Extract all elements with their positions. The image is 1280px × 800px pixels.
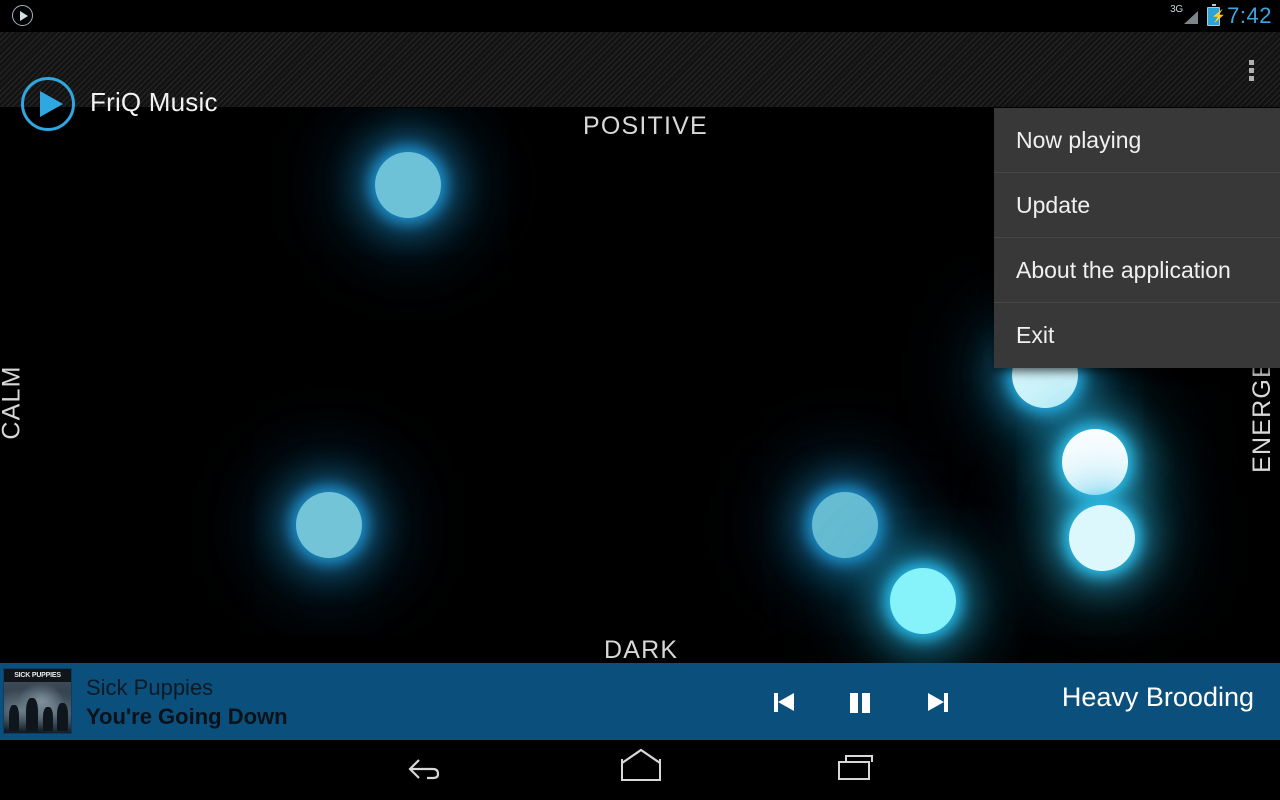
album-art-figure: [57, 703, 68, 731]
menu-item-2[interactable]: About the application: [994, 238, 1280, 303]
network-type-label: 3G: [1170, 4, 1183, 15]
back-arrow-glyph: [408, 759, 440, 780]
menu-item-label: Exit: [1016, 322, 1055, 348]
overflow-dot: [1249, 60, 1254, 65]
transport-controls: [770, 663, 952, 740]
menu-item-label: About the application: [1016, 256, 1231, 283]
mood-dot-4[interactable]: [890, 568, 956, 634]
android-screen: 3G ⚡ 7:42 FriQ Music POSITIVE DARK CALM …: [0, 0, 1280, 800]
android-navigation-bar: [0, 740, 1280, 800]
now-playing-bar: SICK PUPPIES Sick Puppies You're Going D…: [0, 663, 1280, 740]
album-art-title: SICK PUPPIES: [4, 669, 71, 682]
menu-item-1[interactable]: Update: [994, 173, 1280, 238]
mood-dot-7[interactable]: [1069, 505, 1135, 571]
status-bar-right-cluster: 3G ⚡ 7:42: [1170, 0, 1272, 32]
menu-item-3[interactable]: Exit: [994, 303, 1280, 368]
mood-dot-6[interactable]: [1062, 429, 1128, 495]
menu-item-0[interactable]: Now playing: [994, 108, 1280, 173]
current-mood-label: Heavy Brooding: [1061, 682, 1254, 712]
track-title: You're Going Down: [86, 704, 288, 729]
overflow-dot: [1249, 68, 1254, 73]
app-title: FriQ Music: [90, 87, 218, 117]
album-art-figure: [26, 698, 38, 731]
recent-apps-icon[interactable]: [797, 740, 917, 800]
charging-bolt-icon: ⚡: [1211, 8, 1227, 23]
next-track-button[interactable]: [922, 687, 952, 717]
status-clock: 7:42: [1227, 2, 1272, 28]
axis-label-positive: POSITIVE: [583, 112, 708, 140]
axis-label-calm: CALM: [0, 365, 26, 440]
previous-track-button[interactable]: [770, 687, 800, 717]
overflow-dot: [1249, 76, 1254, 81]
signal-triangle: [1184, 11, 1199, 24]
mood-dot-1[interactable]: [375, 152, 441, 218]
album-art-figure: [43, 707, 53, 731]
home-roof-glyph: [621, 748, 661, 764]
menu-item-label: Update: [1016, 191, 1091, 218]
axis-label-dark: DARK: [604, 636, 679, 663]
mood-dot-3[interactable]: [812, 492, 878, 558]
play-circle-icon: [12, 5, 33, 26]
album-art-photo: [4, 682, 71, 733]
menu-item-label: Now playing: [1016, 126, 1142, 153]
play-circle-logo-icon: [21, 77, 75, 131]
album-art-figure: [9, 705, 19, 731]
signal-bars-icon: 3G: [1170, 5, 1200, 27]
home-icon[interactable]: [580, 740, 700, 800]
battery-charging-icon: ⚡: [1207, 3, 1226, 26]
action-bar: FriQ Music: [0, 32, 1280, 131]
mood-dot-2[interactable]: [296, 492, 362, 558]
recents-front-rect: [838, 761, 870, 780]
back-icon[interactable]: [365, 740, 485, 800]
status-bar: 3G ⚡ 7:42: [0, 0, 1280, 32]
overflow-menu-icon[interactable]: [1224, 32, 1280, 107]
album-art-thumbnail[interactable]: SICK PUPPIES: [3, 668, 72, 734]
pause-button[interactable]: [846, 687, 876, 717]
overflow-dropdown-menu[interactable]: Now playing Update About the application Ex…: [994, 108, 1280, 368]
track-artist: Sick Puppies: [86, 675, 214, 700]
